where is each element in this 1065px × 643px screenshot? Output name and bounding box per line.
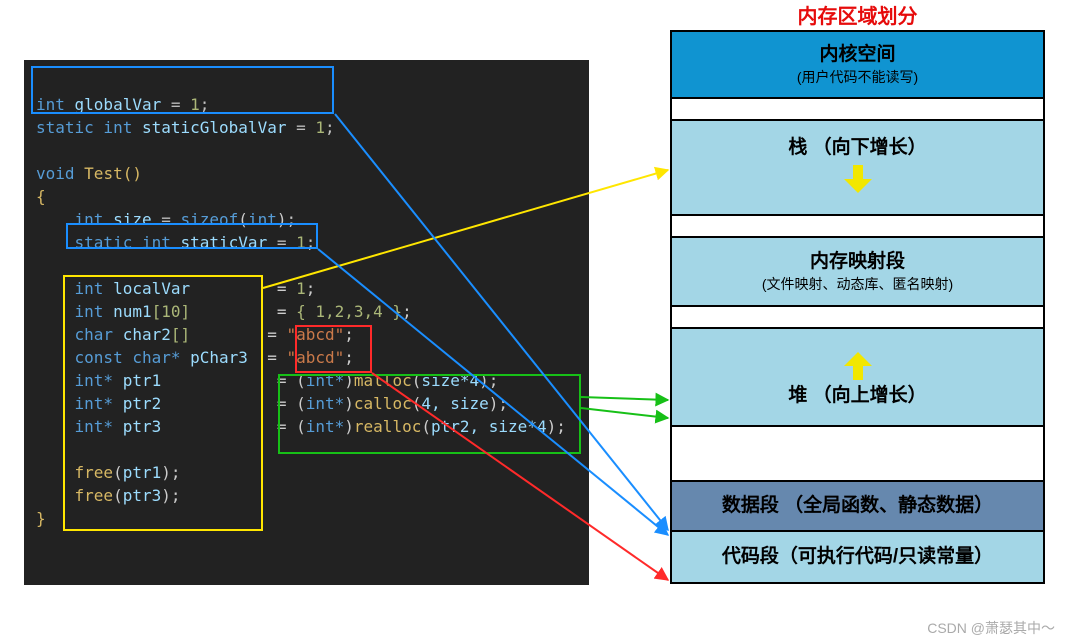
arrow-malloc-to-heap-2	[581, 408, 668, 418]
memory-diagram: 内核空间 (用户代码不能读写) 栈 （向下增长） 内存映射段 (文件映射、动态库…	[670, 30, 1045, 584]
mem-data-title: 数据段 （全局函数、静态数据）	[722, 495, 993, 518]
arrow-malloc-to-heap	[581, 397, 668, 400]
mem-stack-title: 栈 （向下增长）	[788, 137, 926, 160]
mem-mmap-title: 内存映射段	[810, 251, 905, 274]
code-editor-panel: int globalVar = 1; static int staticGlob…	[24, 60, 589, 585]
mem-data: 数据段 （全局函数、静态数据）	[672, 482, 1043, 532]
mem-kernel: 内核空间 (用户代码不能读写)	[672, 32, 1043, 99]
mem-stack: 栈 （向下增长）	[672, 121, 1043, 216]
mem-mmap: 内存映射段 (文件映射、动态库、匿名映射)	[672, 238, 1043, 307]
mem-code: 代码段（可执行代码/只读常量）	[672, 532, 1043, 582]
mem-gap-2	[672, 216, 1043, 238]
mem-mmap-sub: (文件映射、动态库、匿名映射)	[762, 276, 953, 293]
mem-heap: 堆 （向上增长）	[672, 329, 1043, 427]
arrow-up-icon	[844, 352, 872, 380]
mem-gap-3	[672, 307, 1043, 329]
code-token: int	[36, 95, 75, 114]
mem-kernel-title: 内核空间	[819, 44, 895, 67]
mem-heap-title: 堆 （向上增长）	[788, 385, 926, 408]
memory-diagram-title: 内存区域划分	[670, 0, 1045, 29]
watermark-text: CSDN @萧瑟其中～	[927, 618, 1055, 638]
mem-code-title: 代码段（可执行代码/只读常量）	[722, 546, 993, 569]
mem-gap-1	[672, 99, 1043, 121]
arrow-down-icon	[844, 165, 872, 193]
mem-kernel-sub: (用户代码不能读写)	[797, 69, 918, 86]
mem-gap-4	[672, 427, 1043, 482]
